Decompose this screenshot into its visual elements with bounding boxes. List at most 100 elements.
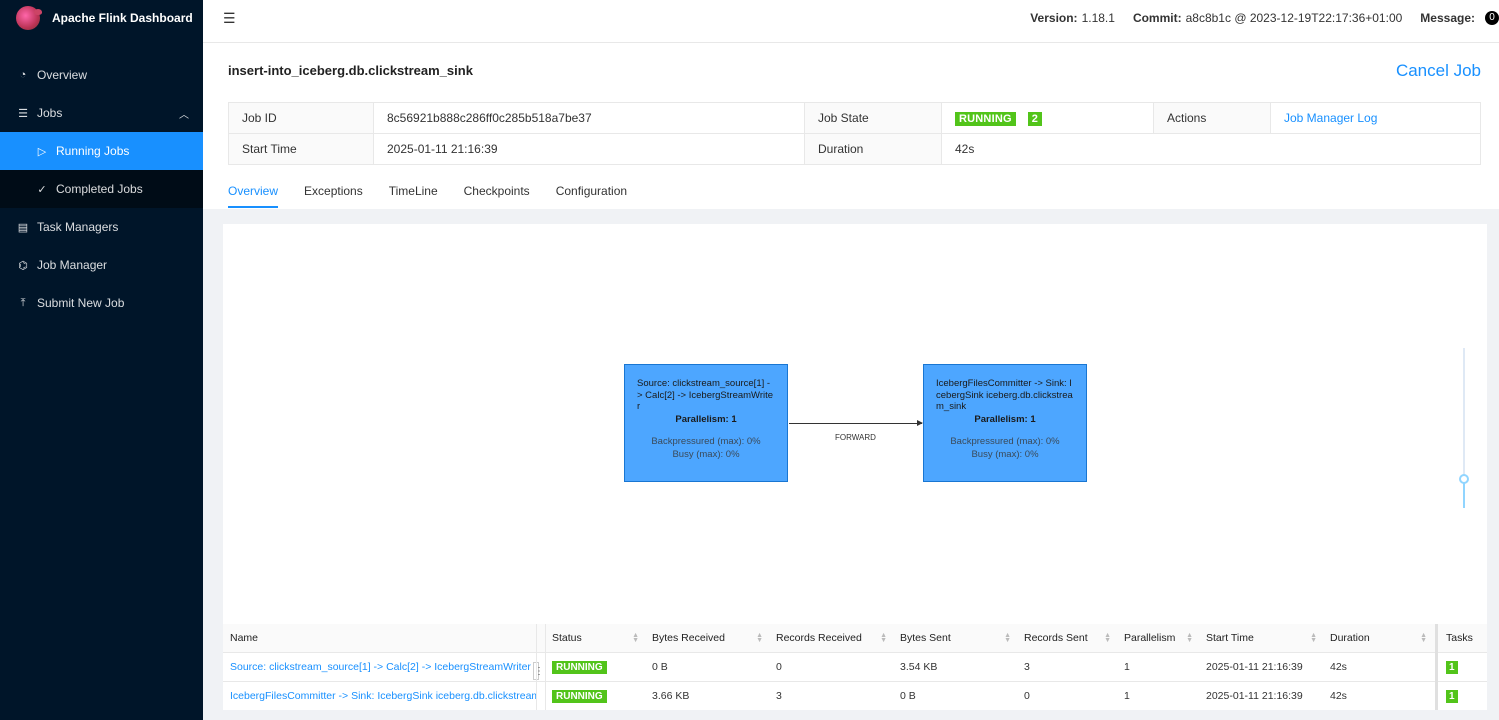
bytes-sent-cell: 0 B [900, 690, 916, 702]
jobs-submenu: ▷ Running Jobs ✓ Completed Jobs [0, 132, 203, 208]
job-id-label: Job ID [228, 102, 374, 134]
table-header-row: Name Status ▲ ▼ Bytes Received ▲ ▼ Records R… [223, 624, 1487, 653]
column-header-label: Records Sent [1024, 632, 1088, 644]
vertex-name-cell: IcebergFilesCommitter -> Sink: IcebergSi… [223, 682, 536, 710]
chevron-up-icon: ︿ [179, 109, 189, 121]
tab-exceptions[interactable]: Exceptions [304, 178, 363, 208]
duration-value: 42s [941, 133, 1481, 165]
job-info-table: Job ID 8c56921b888c286ff0c285b518a7be37 … [228, 102, 1481, 165]
message-label[interactable]: Message: [1420, 11, 1475, 25]
vertex-name-link[interactable]: IcebergFilesCommitter -> Sink: IcebergSi… [230, 690, 536, 702]
start-time-cell: 2025-01-11 21:16:39 [1206, 690, 1303, 702]
top-header: ☰ Version: 1.18.1 Commit: a8c8b1c @ 2023… [203, 0, 1499, 43]
sidebar-item-label: Jobs [37, 106, 63, 120]
parallelism-cell: 1 [1124, 690, 1130, 702]
sort-icon: ▲ ▼ [1104, 632, 1111, 644]
sort-icon: ▲ ▼ [1420, 632, 1427, 644]
graph-edge [789, 420, 923, 426]
cancel-job-button[interactable]: Cancel Job [1396, 61, 1481, 81]
tab-overview[interactable]: Overview [228, 178, 279, 208]
sidebar-item-completed-jobs[interactable]: ✓ Completed Jobs [0, 170, 203, 208]
table-row[interactable]: IcebergFilesCommitter -> Sink: IcebergSi… [223, 682, 1487, 710]
tab-checkpoints[interactable]: Checkpoints [464, 178, 530, 208]
menu-fold-icon[interactable]: ☰ [223, 10, 236, 27]
zoom-slider-handle[interactable] [1459, 474, 1469, 484]
vertex-status-cell: RUNNING [545, 682, 645, 710]
column-header-label: Bytes Sent [900, 632, 951, 644]
vertex-status-cell: RUNNING [545, 653, 645, 681]
column-header-name: Name [230, 632, 259, 644]
version-value: 1.18.1 [1081, 11, 1115, 25]
tasks-cell: 1 [1439, 682, 1487, 710]
column-header-label: Records Received [776, 632, 862, 644]
parallelism-cell: 1 [1124, 661, 1130, 673]
list-icon: ☰ [18, 107, 28, 120]
message-count-badge[interactable]: 0 [1485, 11, 1499, 25]
graph-node-sink[interactable]: IcebergFilesCommitter -> Sink: IcebergSi… [923, 364, 1087, 482]
sort-icon: ▲ ▼ [1310, 632, 1317, 644]
job-tabs: Overview Exceptions TimeLine Checkpoints… [228, 178, 653, 208]
job-summary: insert-into_iceberg.db.clickstream_sink … [203, 43, 1499, 209]
sort-icon: ▲ ▼ [1004, 632, 1011, 644]
column-header-label: Start Time [1206, 632, 1254, 644]
sidebar-item-jobs[interactable]: ☰ Jobs ︿ [0, 94, 203, 132]
sidebar-item-task-managers[interactable]: ▤ Task Managers [0, 208, 203, 246]
node-parallelism: Parallelism: 1 [974, 413, 1036, 425]
flink-logo-icon [16, 6, 42, 30]
records-received-cell: 3 [776, 690, 782, 702]
node-parallelism: Parallelism: 1 [675, 413, 737, 425]
job-state-badge: RUNNING [955, 111, 1016, 126]
actions-label: Actions [1153, 102, 1271, 134]
tab-configuration[interactable]: Configuration [556, 178, 627, 208]
sidebar-item-label: Submit New Job [37, 296, 125, 310]
job-manager-log-link[interactable]: Job Manager Log [1284, 111, 1377, 125]
sort-icon: ▲ ▼ [1186, 632, 1193, 644]
task-count-badge: 1 [1446, 689, 1458, 703]
sidebar-item-label: Job Manager [37, 258, 108, 272]
brand[interactable]: Apache Flink Dashboard [0, 0, 203, 36]
sort-icon: ▲ ▼ [880, 632, 887, 644]
records-sent-cell: 0 [1024, 690, 1030, 702]
commit-label: Commit: [1132, 11, 1182, 25]
table-row[interactable]: Source: clickstream_source[1] -> Calc[2]… [223, 653, 1487, 682]
sidebar-item-label: Overview [37, 68, 88, 82]
tab-timeline[interactable]: TimeLine [389, 178, 438, 208]
fixed-column-divider [1435, 624, 1438, 710]
sidebar-item-running-jobs[interactable]: ▷ Running Jobs [0, 132, 203, 170]
sidebar-item-job-manager[interactable]: ⌬ Job Manager [0, 246, 203, 284]
node-backpressure: Backpressured (max): 0% [950, 436, 1060, 447]
column-divider [545, 624, 546, 710]
column-header-parallelism[interactable]: Parallelism ▲ ▼ [1117, 624, 1199, 652]
vertex-name-link[interactable]: Source: clickstream_source[1] -> Calc[2]… [230, 661, 531, 673]
column-header-bytes-sent[interactable]: Bytes Sent ▲ ▼ [893, 624, 1017, 652]
job-id-value: 8c56921b888c286ff0c285b518a7be37 [373, 102, 805, 134]
graph-edge-label: FORWARD [835, 433, 876, 442]
duration-label: Duration [804, 133, 942, 165]
sidebar-item-label: Completed Jobs [56, 182, 143, 196]
graph-node-source[interactable]: Source: clickstream_source[1] -> Calc[2]… [624, 364, 788, 482]
records-sent-cell: 3 [1024, 661, 1030, 673]
column-header-label: Bytes Received [652, 632, 725, 644]
column-header-status[interactable]: Status ▲ ▼ [545, 624, 645, 652]
sort-icon: ▲ ▼ [632, 632, 639, 644]
start-time-value: 2025-01-11 21:16:39 [373, 133, 805, 165]
sidebar-item-overview[interactable]: ◔ Overview [0, 56, 203, 94]
records-received-cell: 0 [776, 661, 782, 673]
column-header-records-received[interactable]: Records Received ▲ ▼ [769, 624, 893, 652]
status-badge: RUNNING [552, 660, 607, 674]
column-header-records-sent[interactable]: Records Sent ▲ ▼ [1017, 624, 1117, 652]
column-header-label: Duration [1330, 632, 1370, 644]
bytes-received-cell: 0 B [652, 661, 668, 673]
sidebar-nav: ◔ Overview ☰ Jobs ︿ ▷ Running Jobs ✓ Com… [0, 56, 203, 322]
column-header-start-time[interactable]: Start Time ▲ ▼ [1199, 624, 1323, 652]
column-header-bytes-received[interactable]: Bytes Received ▲ ▼ [645, 624, 769, 652]
job-graph[interactable]: Source: clickstream_source[1] -> Calc[2]… [223, 224, 1487, 624]
sort-icon: ▲ ▼ [756, 632, 763, 644]
column-header-duration[interactable]: Duration ▲ ▼ [1323, 624, 1433, 652]
version-label: Version: [1030, 11, 1078, 25]
sidebar-item-submit-new-job[interactable]: ⤒ Submit New Job [0, 284, 203, 322]
commit-value: a8c8b1c @ 2023-12-19T22:17:36+01:00 [1185, 11, 1403, 25]
node-busy: Busy (max): 0% [971, 449, 1039, 460]
sidebar-item-label: Task Managers [37, 220, 119, 234]
node-name: IcebergFilesCommitter -> Sink: IcebergSi… [936, 378, 1073, 412]
